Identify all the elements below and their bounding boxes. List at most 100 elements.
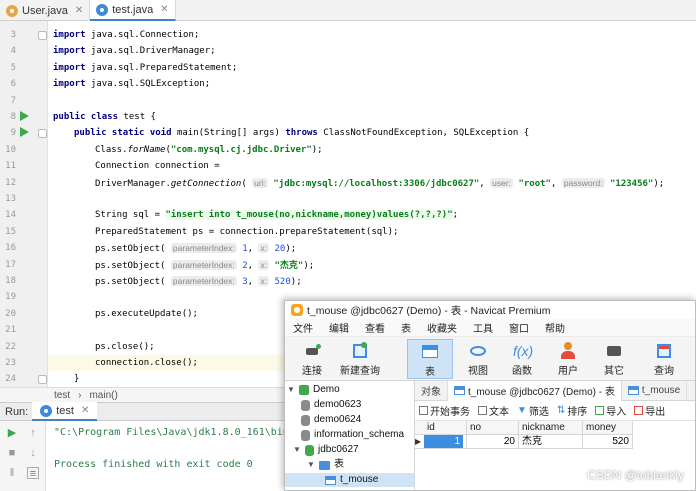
- tree-item-database[interactable]: demo0623: [301, 398, 361, 412]
- code-text: String sql =: [95, 210, 166, 221]
- tab-table-data[interactable]: t_mouse @jdbc0627 (Demo) - 表: [448, 380, 622, 401]
- fold-icon[interactable]: [38, 375, 47, 384]
- tree-label: demo0623: [314, 399, 362, 410]
- table-row[interactable]: ▶ 1 20 杰克 520: [415, 435, 695, 449]
- table-button[interactable]: 表: [407, 339, 453, 379]
- code-line: String sql = "insert into t_mouse(no,nic…: [95, 207, 458, 223]
- menu-table[interactable]: 表: [393, 320, 419, 335]
- editor-tab-bar: User.java ✕ test.java ✕: [0, 0, 696, 21]
- menu-edit[interactable]: 编辑: [321, 320, 357, 335]
- param-hint: parameterIndex:: [170, 243, 237, 254]
- param-hint: parameterIndex:: [170, 259, 237, 270]
- export-button[interactable]: 导出: [634, 403, 665, 418]
- run-class-icon[interactable]: [20, 111, 29, 121]
- code-line: Connection connection =: [95, 158, 220, 174]
- tree-item-database[interactable]: ▼ jdbc0627: [293, 443, 359, 457]
- transaction-icon: [419, 406, 428, 415]
- code-text: ,: [247, 277, 254, 287]
- menu-favorites[interactable]: 收藏夹: [419, 320, 465, 335]
- chevron-down-icon[interactable]: ▼: [287, 383, 295, 397]
- tab-table-data-2[interactable]: t_mouse: [622, 380, 688, 401]
- import-button[interactable]: 导入: [595, 403, 626, 418]
- close-icon[interactable]: ✕: [75, 5, 83, 16]
- column-header[interactable]: id: [415, 421, 467, 435]
- rerun-icon[interactable]: ▶: [6, 427, 18, 439]
- stop-icon[interactable]: ■: [6, 447, 18, 459]
- begin-transaction-button[interactable]: 开始事务: [419, 403, 470, 418]
- navicat-logo-icon: [291, 304, 303, 316]
- line-number: 11: [5, 161, 16, 172]
- tree-item-table[interactable]: t_mouse: [285, 473, 414, 487]
- code-text: Connection connection =: [95, 161, 220, 172]
- grid-cell-id[interactable]: ▶ 1: [415, 435, 467, 449]
- other-button[interactable]: 其它: [591, 339, 637, 379]
- fold-icon[interactable]: [38, 129, 47, 138]
- view-button[interactable]: 视图: [455, 339, 501, 379]
- button-label: 排序: [567, 407, 588, 418]
- scroll-down-icon[interactable]: ↓: [27, 447, 39, 459]
- user-icon: [559, 342, 577, 360]
- user-button[interactable]: 用户: [545, 339, 591, 379]
- run-tab-label: test: [56, 404, 74, 417]
- button-label: 导入: [606, 407, 627, 418]
- connection-tree: ▼ Demo demo0623 demo0624 information_sche…: [285, 381, 415, 490]
- param-hint: url:: [252, 177, 268, 188]
- new-query-button[interactable]: 新建查询: [337, 339, 383, 379]
- run-main-icon[interactable]: [20, 127, 29, 137]
- tab-user-java[interactable]: User.java ✕: [0, 0, 91, 21]
- line-number: 10: [5, 144, 16, 155]
- close-icon[interactable]: ✕: [81, 405, 89, 416]
- pause-icon[interactable]: ‖: [6, 467, 18, 479]
- code-text: Class.: [95, 144, 128, 155]
- fold-icon[interactable]: [38, 31, 47, 40]
- function-button[interactable]: f(x) 函数: [499, 339, 545, 379]
- tree-label: 表: [334, 459, 344, 470]
- query-button[interactable]: 查询: [641, 339, 687, 379]
- menu-tools[interactable]: 工具: [465, 320, 501, 335]
- column-header[interactable]: money: [583, 421, 633, 435]
- text-button[interactable]: 文本: [478, 403, 509, 418]
- run-tab-test[interactable]: test ✕: [32, 402, 98, 421]
- java-class-icon: [6, 4, 18, 17]
- keyword: import: [53, 30, 86, 40]
- code-line: }: [74, 371, 79, 387]
- column-header[interactable]: no: [467, 421, 519, 435]
- breadcrumb-item[interactable]: main(): [89, 390, 117, 401]
- code-text: ps.setObject(: [95, 260, 166, 271]
- soft-wrap-icon[interactable]: ≡: [27, 467, 39, 480]
- main-toolbar: 连接 新建查询 表 视图 f(x) 函数 用户 其它 查询: [285, 337, 695, 381]
- menu-window[interactable]: 窗口: [501, 320, 537, 335]
- connect-button[interactable]: 连接: [289, 339, 335, 379]
- object-tabs: 对象 t_mouse @jdbc0627 (Demo) - 表 t_mouse: [415, 380, 695, 401]
- database-icon: [305, 444, 314, 456]
- tool-label: 视图: [468, 366, 488, 377]
- line-number: 13: [5, 194, 16, 204]
- scroll-up-icon[interactable]: ↑: [27, 427, 39, 439]
- tab-label: User.java: [22, 4, 68, 17]
- code-text: DriverManager.: [95, 178, 171, 189]
- tree-item-connection[interactable]: ▼ Demo: [287, 383, 340, 397]
- chevron-down-icon[interactable]: ▼: [307, 458, 315, 472]
- grid-cell-nickname[interactable]: 杰克: [519, 435, 583, 449]
- tree-item-tables-folder[interactable]: ▼ 表: [307, 458, 344, 472]
- tree-item-database[interactable]: information_schema: [301, 428, 404, 442]
- tab-objects[interactable]: 对象: [415, 380, 448, 401]
- chevron-down-icon[interactable]: ▼: [293, 443, 301, 457]
- grid-cell-money[interactable]: 520: [583, 435, 633, 449]
- tab-test-java[interactable]: test.java ✕: [90, 0, 176, 21]
- code-line: ps.setObject( parameterIndex: 2, x: "杰克"…: [95, 257, 314, 274]
- breadcrumb-item[interactable]: test: [54, 390, 70, 401]
- grid-cell-no[interactable]: 20: [467, 435, 519, 449]
- menu-view[interactable]: 查看: [357, 320, 393, 335]
- tree-item-database[interactable]: demo0624: [301, 413, 361, 427]
- menu-file[interactable]: 文件: [285, 320, 321, 335]
- sort-button[interactable]: ⇅ 排序: [557, 403, 587, 418]
- tree-label: information_schema: [314, 429, 405, 440]
- menu-help[interactable]: 帮助: [537, 320, 573, 335]
- database-icon: [301, 399, 310, 411]
- keyword: throws: [285, 128, 318, 139]
- close-icon[interactable]: ✕: [160, 4, 168, 15]
- filter-button[interactable]: ▼ 筛选: [517, 403, 549, 418]
- code-text: ,: [247, 244, 254, 255]
- column-header[interactable]: nickname: [519, 421, 583, 435]
